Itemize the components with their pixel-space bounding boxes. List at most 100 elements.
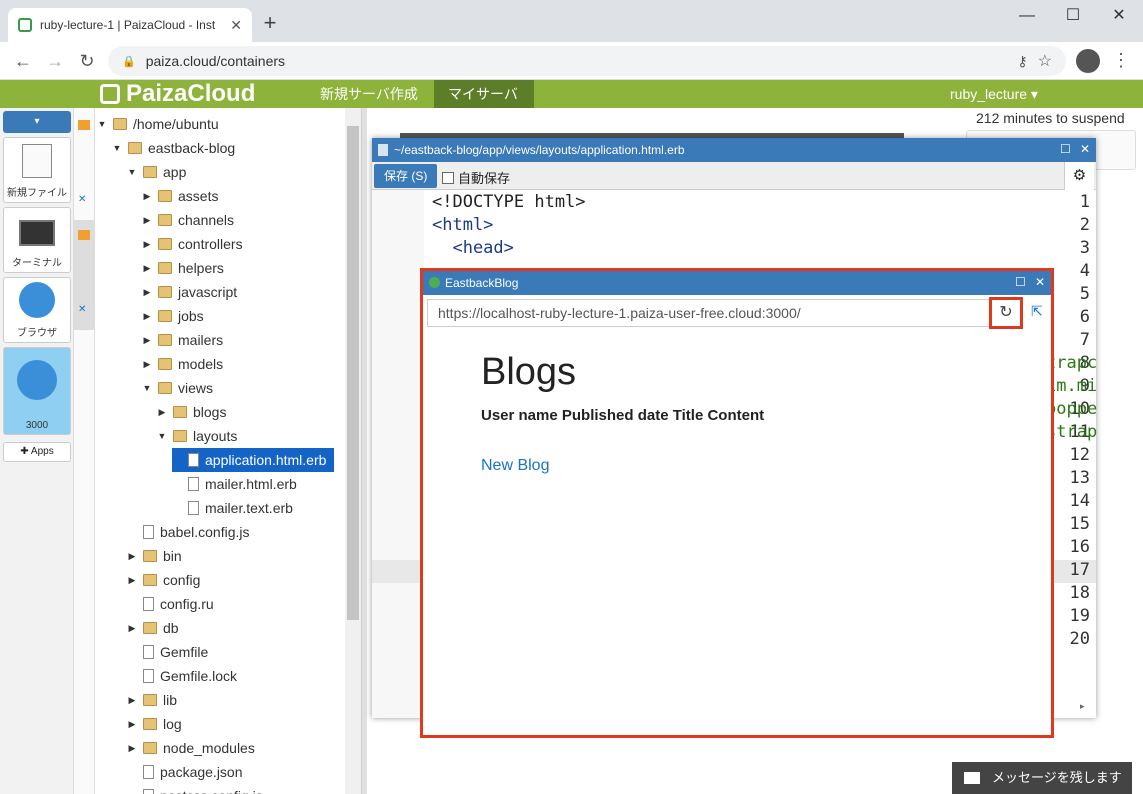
folder-item[interactable]: ▶ db [127,616,179,640]
caret-down-icon[interactable]: ▼ [127,167,137,177]
caret-right-icon[interactable]: ▶ [127,743,137,754]
tab-close-icon[interactable]: ✕ [230,17,242,34]
caret-right-icon[interactable]: ▶ [142,215,152,226]
editor-maximize-icon[interactable]: ☐ [1060,142,1071,156]
terminal-button[interactable]: ターミナル [3,207,71,273]
folder-item[interactable]: ▶ controllers [142,232,243,256]
new-tab-button[interactable]: + [260,12,280,34]
address-bar[interactable]: 🔒 paiza.cloud/containers ⚷ ☆ [108,46,1066,76]
scroll-right-icon[interactable]: ▸ [1080,701,1085,712]
folder-item[interactable]: ▼ eastback-blog [112,136,236,160]
caret-right-icon[interactable]: ▶ [142,359,152,370]
caret-right-icon[interactable]: ▶ [157,407,167,418]
paiza-logo[interactable]: PaizaCloud [100,80,255,108]
caret-down-icon[interactable]: ▼ [142,383,152,393]
user-menu[interactable]: ruby_lecture ▾ [936,80,1052,108]
maximize-button[interactable]: ☐ [1058,4,1088,28]
file-item[interactable]: package.json [127,760,243,784]
close-window-button[interactable]: ✕ [1104,4,1134,28]
line-number: 5 [1079,284,1090,304]
file-item[interactable]: Gemfile [127,640,208,664]
caret-right-icon[interactable]: ▶ [127,575,137,586]
file-item[interactable]: Gemfile.lock [127,664,237,688]
caret-down-icon[interactable]: ▼ [97,119,107,129]
tree-scrollbar-thumb[interactable] [347,126,359,620]
save-button[interactable]: 保存 (S) [374,164,438,188]
forward-icon[interactable]: → [44,50,66,72]
reload-page-icon[interactable]: ↻ [76,50,98,72]
file-item[interactable]: application.html.erb [172,448,335,472]
file-item[interactable]: mailer.text.erb [172,496,293,520]
folder-item[interactable]: ▶ channels [142,208,235,232]
folder-tab-icon[interactable] [78,120,90,130]
folder-item[interactable]: ▶ models [142,352,224,376]
file-item[interactable]: postcss.config.js [127,784,263,794]
file-item[interactable]: mailer.html.erb [172,472,297,496]
close-tab-icon[interactable]: ✕ [78,304,86,315]
pane-divider[interactable] [361,108,367,794]
caret-right-icon[interactable]: ▶ [142,311,152,322]
menu-dots-icon[interactable]: ⋮ [1112,50,1130,71]
star-icon[interactable]: ☆ [1038,51,1052,71]
folder-item[interactable]: ▶ assets [142,184,219,208]
preview-maximize-icon[interactable]: ☐ [1015,275,1026,289]
folder-item[interactable]: ▶ helpers [142,256,224,280]
add-apps-button[interactable]: ✚ Apps [3,442,71,462]
new-server-link[interactable]: 新規サーバ作成 [306,80,432,108]
caret-right-icon[interactable]: ▶ [127,695,137,706]
profile-avatar[interactable] [1076,49,1100,73]
preview-title-bar[interactable]: EastbackBlog [423,271,1051,295]
line-number: 4 [1079,261,1090,281]
terminal-label: ターミナル [12,258,62,269]
folder-item[interactable]: ▼ /home/ubuntu [97,112,219,136]
reload-icon[interactable]: ↻ [989,297,1023,329]
folder-item[interactable]: ▶ bin [127,544,182,568]
caret-right-icon[interactable]: ▶ [142,335,152,346]
folder-item[interactable]: ▶ mailers [142,328,224,352]
caret-right-icon[interactable]: ▶ [127,551,137,562]
folder-icon [158,382,172,394]
port-3000-button[interactable]: 3000 [3,347,71,435]
open-external-icon[interactable]: ⇱ [1031,303,1043,320]
folder-item[interactable]: ▶ log [127,712,182,736]
folder-item[interactable]: ▼ app [127,160,187,184]
key-icon[interactable]: ⚷ [1017,53,1027,70]
caret-right-icon[interactable]: ▶ [142,239,152,250]
folder-item[interactable]: ▶ blogs [157,400,227,424]
editor-title-bar[interactable]: ~/eastback-blog/app/views/layouts/applic… [372,138,1096,162]
folder-item[interactable]: ▶ jobs [142,304,204,328]
preview-close-icon[interactable]: ✕ [1035,275,1045,289]
caret-right-icon[interactable]: ▶ [142,191,152,202]
dock-menu-button[interactable]: ▾ [3,111,71,133]
caret-right-icon[interactable]: ▶ [142,263,152,274]
folder-item[interactable]: ▼ views [142,376,213,400]
caret-down-icon[interactable]: ▼ [157,431,167,441]
folder-item[interactable]: ▼ layouts [157,424,238,448]
caret-right-icon[interactable]: ▶ [127,623,137,634]
settings-gear-icon[interactable]: ⚙ [1064,162,1094,190]
folder-icon [173,430,187,442]
back-icon[interactable]: ← [12,50,34,72]
caret-right-icon[interactable]: ▶ [127,719,137,730]
autosave-option[interactable]: 自動保存 [442,168,510,187]
new-file-button[interactable]: 新規ファイル [3,137,71,203]
browser-button[interactable]: ブラウザ [3,277,71,343]
my-server-tab[interactable]: マイサーバ [434,80,534,108]
preview-url-field[interactable]: https://localhost-ruby-lecture-1.paiza-u… [427,299,993,327]
minimize-button[interactable]: — [1012,4,1042,28]
folder-item[interactable]: ▶ lib [127,688,177,712]
tree-item-label: node_modules [163,740,255,756]
file-item[interactable]: babel.config.js [127,520,250,544]
caret-right-icon[interactable]: ▶ [142,287,152,298]
caret-down-icon[interactable]: ▼ [112,143,122,153]
browser-tab[interactable]: ruby-lecture-1 | PaizaCloud - Inst ✕ [8,8,252,42]
folder-item[interactable]: ▶ node_modules [127,736,255,760]
folder-item[interactable]: ▶ config [127,568,201,592]
file-item[interactable]: config.ru [127,592,214,616]
message-button[interactable]: メッセージを残します [952,762,1132,794]
new-blog-link[interactable]: New Blog [481,457,549,475]
autosave-checkbox[interactable] [442,171,454,184]
folder-item[interactable]: ▶ javascript [142,280,238,304]
editor-close-icon[interactable]: ✕ [1080,142,1090,156]
close-tab-icon[interactable]: ✕ [78,194,86,205]
